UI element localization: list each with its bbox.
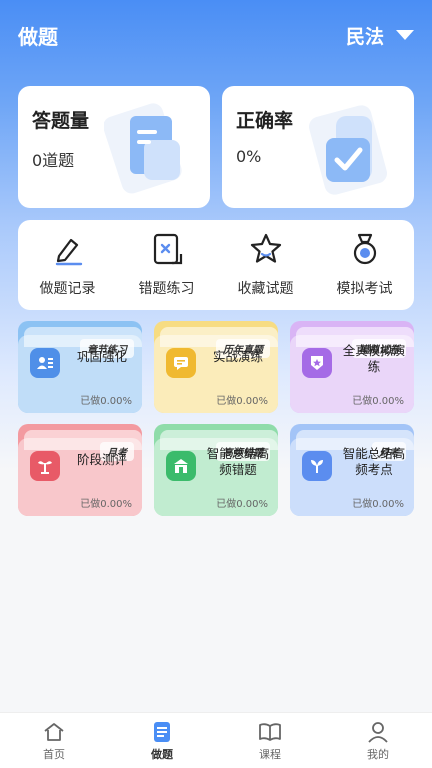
tab-course[interactable]: 课程 bbox=[216, 713, 324, 768]
sprout-icon bbox=[302, 451, 332, 481]
shield-star-icon bbox=[302, 348, 332, 378]
module-card[interactable]: 历年真题 实战演练 已做0.00% bbox=[154, 321, 278, 413]
star-icon bbox=[250, 233, 281, 263]
header: 做题 民法 bbox=[0, 0, 432, 70]
tab-label: 课程 bbox=[259, 747, 281, 761]
module-progress: 已做0.00% bbox=[216, 396, 268, 407]
module-card[interactable]: 高频错题 智能总结高频错题 已做0.00% bbox=[154, 424, 278, 516]
book-icon bbox=[259, 722, 281, 741]
practice-icon bbox=[154, 721, 170, 742]
pencil-icon bbox=[55, 238, 82, 266]
bottom-tab-bar: 首页 做题 课程 我的 bbox=[0, 712, 432, 768]
module-progress: 已做0.00% bbox=[216, 499, 268, 510]
quick-actions: 做题记录 错题练习 收藏试题 模拟考试 bbox=[18, 220, 414, 310]
caret-down-icon bbox=[396, 30, 414, 40]
quick-item-mock[interactable]: 模拟考试 bbox=[320, 232, 410, 298]
stat-card-accuracy: 正确率 0% bbox=[222, 86, 414, 208]
module-card[interactable]: 月考 智能总结高频考点 已做0.00% bbox=[290, 424, 414, 516]
module-card[interactable]: 月考 阶段测评 已做0.00% bbox=[18, 424, 142, 516]
module-progress: 已做0.00% bbox=[352, 396, 404, 407]
module-progress: 已做0.00% bbox=[80, 396, 132, 407]
module-name: 阶段测评 bbox=[76, 452, 127, 467]
module-name: 巩固强化 bbox=[76, 349, 127, 364]
tab-label: 首页 bbox=[43, 747, 65, 761]
tab-practice[interactable]: 做题 bbox=[108, 713, 216, 768]
tab-label: 做题 bbox=[151, 747, 173, 761]
quick-item-label: 收藏试题 bbox=[237, 281, 294, 297]
quick-item-wrong[interactable]: 错题练习 bbox=[122, 232, 212, 298]
tab-home[interactable]: 首页 bbox=[0, 713, 108, 768]
subject-label: 民法 bbox=[345, 25, 384, 48]
module-name: 智能总结高频错题 bbox=[206, 446, 270, 477]
wrong-doc-icon bbox=[153, 233, 182, 265]
module-name: 全真模拟演练 bbox=[342, 343, 406, 374]
person-list-icon bbox=[30, 348, 60, 378]
module-name: 智能总结高频考点 bbox=[342, 446, 406, 477]
module-card[interactable]: 模拟试卷 全真模拟演练 已做0.00% bbox=[290, 321, 414, 413]
tab-label: 我的 bbox=[367, 747, 389, 761]
quick-item-label: 模拟考试 bbox=[336, 281, 393, 297]
checkmark-decor-icon bbox=[308, 105, 388, 195]
stat-card-answered: 答题量 0道题 bbox=[18, 86, 210, 208]
module-card[interactable]: 章节练习 巩固强化 已做0.00% bbox=[18, 321, 142, 413]
quick-item-favorite[interactable]: 收藏试题 bbox=[221, 232, 311, 298]
page-title: 做题 bbox=[18, 24, 58, 49]
quick-item-label: 错题练习 bbox=[138, 281, 195, 297]
plant-icon bbox=[30, 451, 60, 481]
subject-selector[interactable]: 民法 bbox=[346, 22, 414, 49]
module-progress: 已做0.00% bbox=[352, 499, 404, 510]
medal-icon bbox=[353, 233, 376, 265]
user-icon bbox=[368, 721, 388, 743]
chat-icon bbox=[166, 348, 196, 378]
document-decor-icon bbox=[104, 103, 182, 194]
module-name: 实战演练 bbox=[212, 349, 263, 364]
quick-item-label: 做题记录 bbox=[39, 281, 96, 297]
building-icon bbox=[166, 451, 196, 481]
tab-mine[interactable]: 我的 bbox=[324, 713, 432, 768]
quick-item-record[interactable]: 做题记录 bbox=[23, 232, 113, 298]
home-icon bbox=[44, 722, 64, 741]
module-progress: 已做0.00% bbox=[80, 499, 132, 510]
